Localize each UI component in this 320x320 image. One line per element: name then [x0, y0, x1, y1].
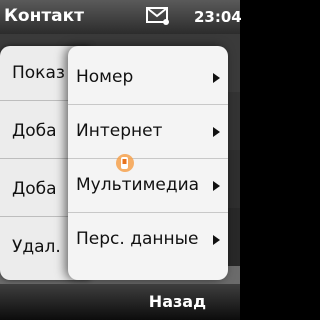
options-menu-item-label: Доба — [12, 179, 57, 199]
chevron-right-icon — [213, 235, 220, 245]
back-button[interactable]: Назад — [149, 292, 206, 311]
options-menu-item-label: Удал. — [12, 237, 61, 257]
clock: 23:04 — [194, 8, 242, 26]
options-menu-item-label: Доба — [12, 121, 57, 141]
submenu-item-personal-data[interactable]: Перс. данные — [68, 214, 228, 266]
submenu-item-number[interactable]: Номер — [68, 52, 228, 105]
message-envelope-icon — [146, 7, 169, 25]
submenu-item-label: Мультимедиа — [76, 175, 200, 195]
chevron-right-icon — [213, 181, 220, 191]
submenu-item-label: Перс. данные — [76, 229, 199, 249]
submenu-item-multimedia[interactable]: Мультимедиа — [68, 160, 228, 213]
submenu-item-label: Номер — [76, 67, 134, 87]
submenu-item-internet[interactable]: Интернет — [68, 106, 228, 159]
submenu: Номер Интернет Мультимедиа Перс. данные — [68, 46, 228, 280]
status-bar: Контакт 23:04 — [0, 0, 242, 34]
screen-title: Контакт — [4, 6, 85, 26]
chevron-right-icon — [213, 73, 220, 83]
chevron-right-icon — [213, 127, 220, 137]
softkey-bar: Назад — [0, 284, 240, 320]
options-menu-item-label: Показ — [12, 63, 65, 83]
submenu-item-label: Интернет — [76, 121, 163, 141]
watermark-logo-icon — [116, 154, 134, 172]
